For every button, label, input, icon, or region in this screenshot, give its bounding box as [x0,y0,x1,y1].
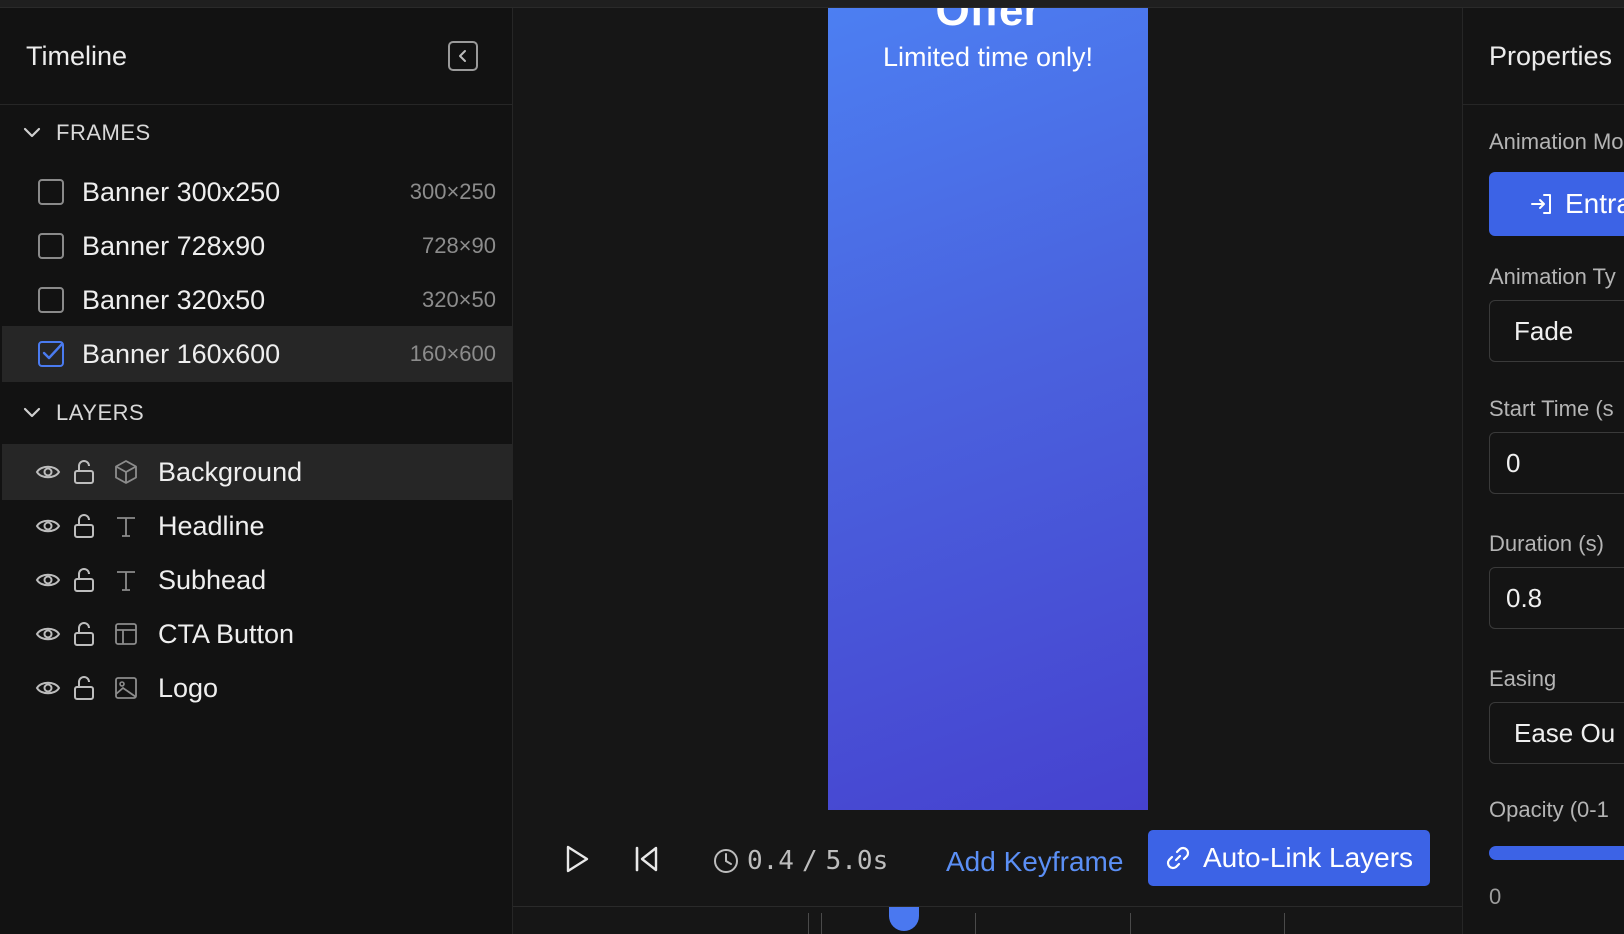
unlock-icon[interactable] [71,459,97,485]
frame-checkbox-checked[interactable] [38,341,64,367]
frame-size: 728×90 [421,233,496,258]
frame-name: Banner 320x50 [82,284,266,315]
canvas-area: Offer Limited time only! 0.4 / 5.0s Add … [513,8,1462,934]
opacity-min-value: 0 [1489,884,1502,909]
layer-name: Headline [158,510,265,541]
eye-icon[interactable] [35,459,61,485]
properties-panel: Properties Animation Mo Entra Animation … [1462,8,1624,934]
layout-icon [115,623,137,645]
properties-title: Properties [1489,41,1613,71]
playback-controls: 0.4 / 5.0s Add Keyframe Auto-Link Layers [513,828,1462,892]
layer-item[interactable]: Subhead [2,552,512,608]
opacity-slider[interactable] [1489,846,1624,860]
layers-section-toggle[interactable]: LAYERS [22,400,144,426]
opacity-label: Opacity (0-1 [1489,797,1609,822]
frame-item[interactable]: Banner 728x90 728×90 [2,218,512,274]
banner-headline: Offer [935,8,1041,35]
duration-label: Duration (s) [1489,531,1604,556]
eye-icon[interactable] [35,675,61,701]
clock-icon [714,849,738,873]
unlock-icon[interactable] [71,621,97,647]
animation-mode-label: Animation Mo [1489,129,1624,154]
total-time: 5.0s [825,846,889,876]
frames-section-toggle[interactable]: FRAMES [22,120,151,146]
current-time: 0.4 [747,846,794,876]
layer-name: Logo [158,672,219,703]
checkmark-icon [42,342,64,360]
timeline-header: Timeline [0,8,512,105]
layer-item[interactable]: CTA Button [2,606,512,662]
time-display: 0.4 / 5.0s [713,846,888,876]
chevron-down-icon [23,407,41,418]
animation-type-label: Animation Ty [1489,264,1616,289]
auto-link-layers-button[interactable]: Auto-Link Layers [1148,830,1430,886]
layer-item[interactable]: Logo [2,660,512,716]
animation-type-select[interactable]: Fade [1489,300,1624,362]
eye-icon[interactable] [35,621,61,647]
frame-name: Banner 160x600 [82,338,281,369]
banner-subhead: Limited time only! [882,42,1094,72]
rewind-button[interactable] [633,844,661,874]
layers-heading: LAYERS [56,400,145,425]
timeline-panel: Timeline FRAMES Banner 300x250 300×250 B… [0,8,513,934]
properties-header: Properties [1463,8,1624,105]
layer-name: CTA Button [158,618,295,649]
frame-size: 320×50 [421,287,496,312]
layer-name: Background [158,456,303,487]
frame-checkbox[interactable] [38,287,64,313]
frame-size: 160×600 [409,341,496,366]
link-icon [1166,846,1190,870]
eye-icon[interactable] [35,567,61,593]
auto-link-label: Auto-Link Layers [1202,842,1414,873]
frame-name: Banner 300x250 [82,176,281,207]
image-icon [115,677,137,699]
start-time-input[interactable]: 0 [1489,432,1624,494]
eye-icon[interactable] [35,513,61,539]
playhead-handle[interactable] [889,907,919,931]
frame-size: 300×250 [409,179,496,204]
play-icon [566,845,589,873]
easing-select[interactable]: Ease Ou [1489,702,1624,764]
track-tick [975,913,976,934]
duration-input[interactable]: 0.8 [1489,567,1624,629]
chevron-left-icon [459,50,466,62]
entrance-label: Entra [1565,188,1624,219]
easing-label: Easing [1489,666,1557,691]
frame-item[interactable]: Banner 320x50 320×50 [2,272,512,328]
frame-item-selected[interactable]: Banner 160x600 160×600 [2,326,512,382]
play-button[interactable] [563,844,591,874]
entrance-mode-button[interactable]: Entra [1489,172,1624,236]
enter-icon [1531,194,1551,214]
timeline-title: Timeline [26,41,128,71]
start-time-label: Start Time (s [1489,396,1614,421]
frame-checkbox[interactable] [38,233,64,259]
frame-item[interactable]: Banner 300x250 300×250 [2,164,512,220]
text-icon [117,571,135,591]
unlock-icon[interactable] [71,567,97,593]
banner-preview[interactable]: Offer Limited time only! [828,8,1148,810]
skip-back-icon [635,846,658,872]
text-icon [117,517,135,537]
track-tick [1284,913,1285,934]
frame-name: Banner 728x90 [82,230,266,261]
collapse-panel-button[interactable] [448,41,478,71]
track-tick [808,913,809,934]
chevron-down-icon [23,127,41,138]
add-keyframe-button[interactable]: Add Keyframe [946,846,1123,878]
time-separator: / [801,846,818,876]
frames-heading: FRAMES [56,120,151,145]
frame-checkbox[interactable] [38,179,64,205]
cube-icon [115,460,137,484]
unlock-icon[interactable] [71,513,97,539]
track-tick [1130,913,1131,934]
layer-item-selected[interactable]: Background [2,444,512,500]
unlock-icon[interactable] [71,675,97,701]
layer-name: Subhead [158,564,267,595]
track-tick [821,913,822,934]
window-top-border [0,0,1624,8]
timeline-track[interactable] [513,906,1462,934]
layer-item[interactable]: Headline [2,498,512,554]
